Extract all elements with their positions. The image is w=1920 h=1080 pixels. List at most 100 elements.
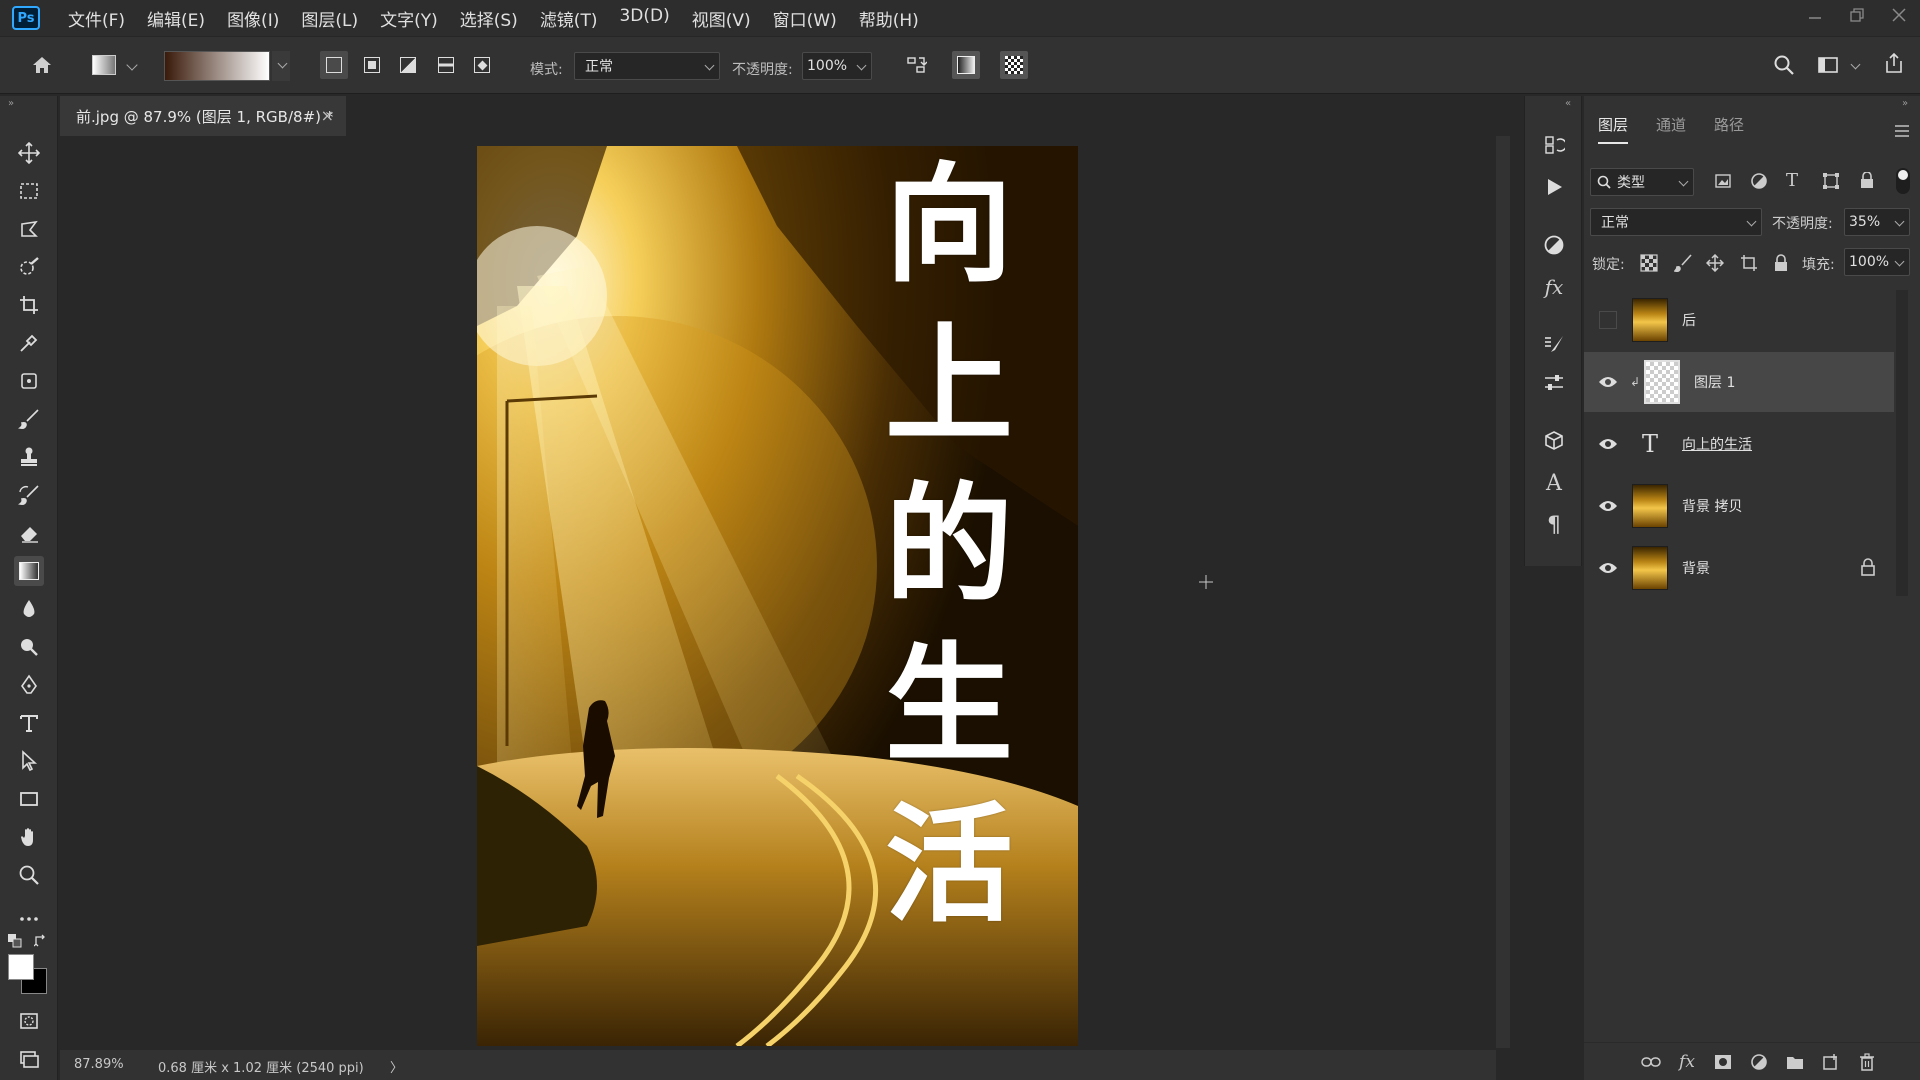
- linear-gradient-icon[interactable]: [320, 51, 348, 79]
- fill-field[interactable]: 100%: [1844, 248, 1910, 276]
- menu-help[interactable]: 帮助(H): [859, 6, 919, 31]
- zoom-level[interactable]: 87.89%: [74, 1057, 124, 1072]
- history-icon[interactable]: [1539, 130, 1569, 160]
- lasso-icon[interactable]: [14, 214, 44, 244]
- reverse-icon[interactable]: [902, 51, 930, 79]
- vertical-scrollbar[interactable]: [1496, 136, 1510, 1048]
- dither-icon[interactable]: [952, 51, 980, 79]
- quick-select-icon[interactable]: [14, 252, 44, 282]
- eyedropper-icon[interactable]: [14, 328, 44, 358]
- blur-icon[interactable]: [14, 594, 44, 624]
- new-adjustment-layer-icon[interactable]: [1748, 1051, 1770, 1073]
- add-mask-icon[interactable]: [1712, 1051, 1734, 1073]
- character-icon[interactable]: A: [1539, 468, 1569, 498]
- filter-smart-object-icon[interactable]: [1858, 172, 1876, 190]
- eye-icon[interactable]: [1594, 368, 1622, 396]
- tab-paths[interactable]: 路径: [1714, 114, 1744, 144]
- share-icon[interactable]: [1880, 49, 1908, 77]
- close-window-icon[interactable]: [1878, 0, 1920, 30]
- eye-icon[interactable]: [1594, 554, 1622, 582]
- eye-icon[interactable]: [1594, 430, 1622, 458]
- menu-select[interactable]: 选择(S): [460, 6, 518, 31]
- close-icon[interactable]: ×: [321, 106, 334, 125]
- filter-shape-icon[interactable]: [1822, 172, 1840, 190]
- screen-mode-icon[interactable]: [14, 1044, 44, 1074]
- menu-edit[interactable]: 编辑(E): [147, 6, 205, 31]
- layer-filter-dropdown[interactable]: 类型: [1590, 168, 1694, 196]
- chevron-down-icon[interactable]: [126, 59, 138, 71]
- transparency-icon[interactable]: [1000, 51, 1028, 79]
- document-canvas[interactable]: 向 上 的 生 活: [477, 146, 1078, 1046]
- path-select-icon[interactable]: [14, 746, 44, 776]
- history-brush-icon[interactable]: [14, 480, 44, 510]
- collapse-icon[interactable]: »: [8, 98, 14, 109]
- blend-mode-dropdown[interactable]: 正常: [1590, 208, 1762, 236]
- adjustments-icon[interactable]: [1539, 230, 1569, 260]
- layer-row[interactable]: 背景 拷贝: [1584, 476, 1894, 536]
- lock-all-icon[interactable]: [1772, 254, 1790, 272]
- layer-style-fx-icon[interactable]: fx: [1676, 1051, 1698, 1073]
- layer-row[interactable]: ↲ 图层 1: [1584, 352, 1894, 412]
- healing-icon[interactable]: [14, 366, 44, 396]
- radial-gradient-icon[interactable]: [358, 51, 386, 79]
- layer-row[interactable]: T 向上的生活: [1584, 414, 1894, 474]
- move-icon[interactable]: [14, 138, 44, 168]
- mode-dropdown[interactable]: 正常: [574, 52, 720, 80]
- filter-pixel-icon[interactable]: [1714, 172, 1732, 190]
- gradient-picker[interactable]: [164, 51, 270, 81]
- minimize-icon[interactable]: [1794, 0, 1836, 30]
- chevron-down-icon[interactable]: [1850, 59, 1861, 70]
- collapse-icon[interactable]: »: [1902, 98, 1908, 109]
- eraser-icon[interactable]: [14, 518, 44, 548]
- properties-icon[interactable]: [1539, 368, 1569, 398]
- lock-pixels-icon[interactable]: [1674, 254, 1692, 272]
- panel-menu-icon[interactable]: [1894, 124, 1910, 138]
- menu-3d[interactable]: 3D(D): [619, 6, 669, 31]
- zoom-icon[interactable]: [14, 860, 44, 890]
- filter-toggle[interactable]: [1896, 168, 1910, 194]
- reflected-gradient-icon[interactable]: [432, 51, 460, 79]
- menu-filter[interactable]: 滤镜(T): [540, 6, 598, 31]
- styles-fx-icon[interactable]: fx: [1539, 272, 1569, 302]
- stamp-icon[interactable]: [14, 442, 44, 472]
- eye-icon[interactable]: [1594, 492, 1622, 520]
- default-colors-icon[interactable]: [8, 934, 22, 948]
- opacity-field[interactable]: 100%: [802, 52, 872, 80]
- filter-type-icon[interactable]: T: [1786, 170, 1798, 191]
- hand-icon[interactable]: [14, 822, 44, 852]
- menu-type[interactable]: 文字(Y): [380, 6, 438, 31]
- dodge-icon[interactable]: [14, 632, 44, 662]
- new-group-icon[interactable]: [1784, 1051, 1806, 1073]
- status-menu-arrow-icon[interactable]: 〉: [390, 1057, 403, 1076]
- link-layers-icon[interactable]: [1640, 1051, 1662, 1073]
- paragraph-icon[interactable]: ¶: [1539, 510, 1569, 540]
- crop-icon[interactable]: [14, 290, 44, 320]
- type-icon[interactable]: [14, 708, 44, 738]
- menu-window[interactable]: 窗口(W): [773, 6, 837, 31]
- layer-row[interactable]: 后: [1584, 290, 1894, 350]
- collapse-icon[interactable]: «: [1565, 98, 1571, 109]
- actions-play-icon[interactable]: [1539, 172, 1569, 202]
- filter-adjustment-icon[interactable]: [1750, 172, 1768, 190]
- restore-icon[interactable]: [1836, 0, 1878, 30]
- home-icon[interactable]: [28, 51, 56, 79]
- brush-icon[interactable]: [14, 404, 44, 434]
- workspace-icon[interactable]: [1814, 51, 1842, 79]
- lock-artboard-icon[interactable]: [1740, 254, 1758, 272]
- quick-mask-icon[interactable]: [14, 1006, 44, 1036]
- delete-layer-icon[interactable]: [1856, 1051, 1878, 1073]
- tab-layers[interactable]: 图层: [1598, 114, 1629, 144]
- layer-opacity-field[interactable]: 35%: [1844, 208, 1910, 236]
- menu-image[interactable]: 图像(I): [227, 6, 279, 31]
- pen-icon[interactable]: [14, 670, 44, 700]
- swap-colors-icon[interactable]: [34, 934, 48, 948]
- marquee-icon[interactable]: [14, 176, 44, 206]
- layers-scrollbar[interactable]: [1896, 290, 1908, 596]
- document-tab[interactable]: 前.jpg @ 87.9% (图层 1, RGB/8#) * ×: [60, 96, 346, 136]
- angle-gradient-icon[interactable]: [394, 51, 422, 79]
- more-icon[interactable]: [14, 904, 44, 934]
- tab-channels[interactable]: 通道: [1656, 114, 1686, 144]
- menu-view[interactable]: 视图(V): [692, 6, 751, 31]
- tool-preset-icon[interactable]: [92, 55, 116, 75]
- gradient-icon[interactable]: [14, 556, 44, 586]
